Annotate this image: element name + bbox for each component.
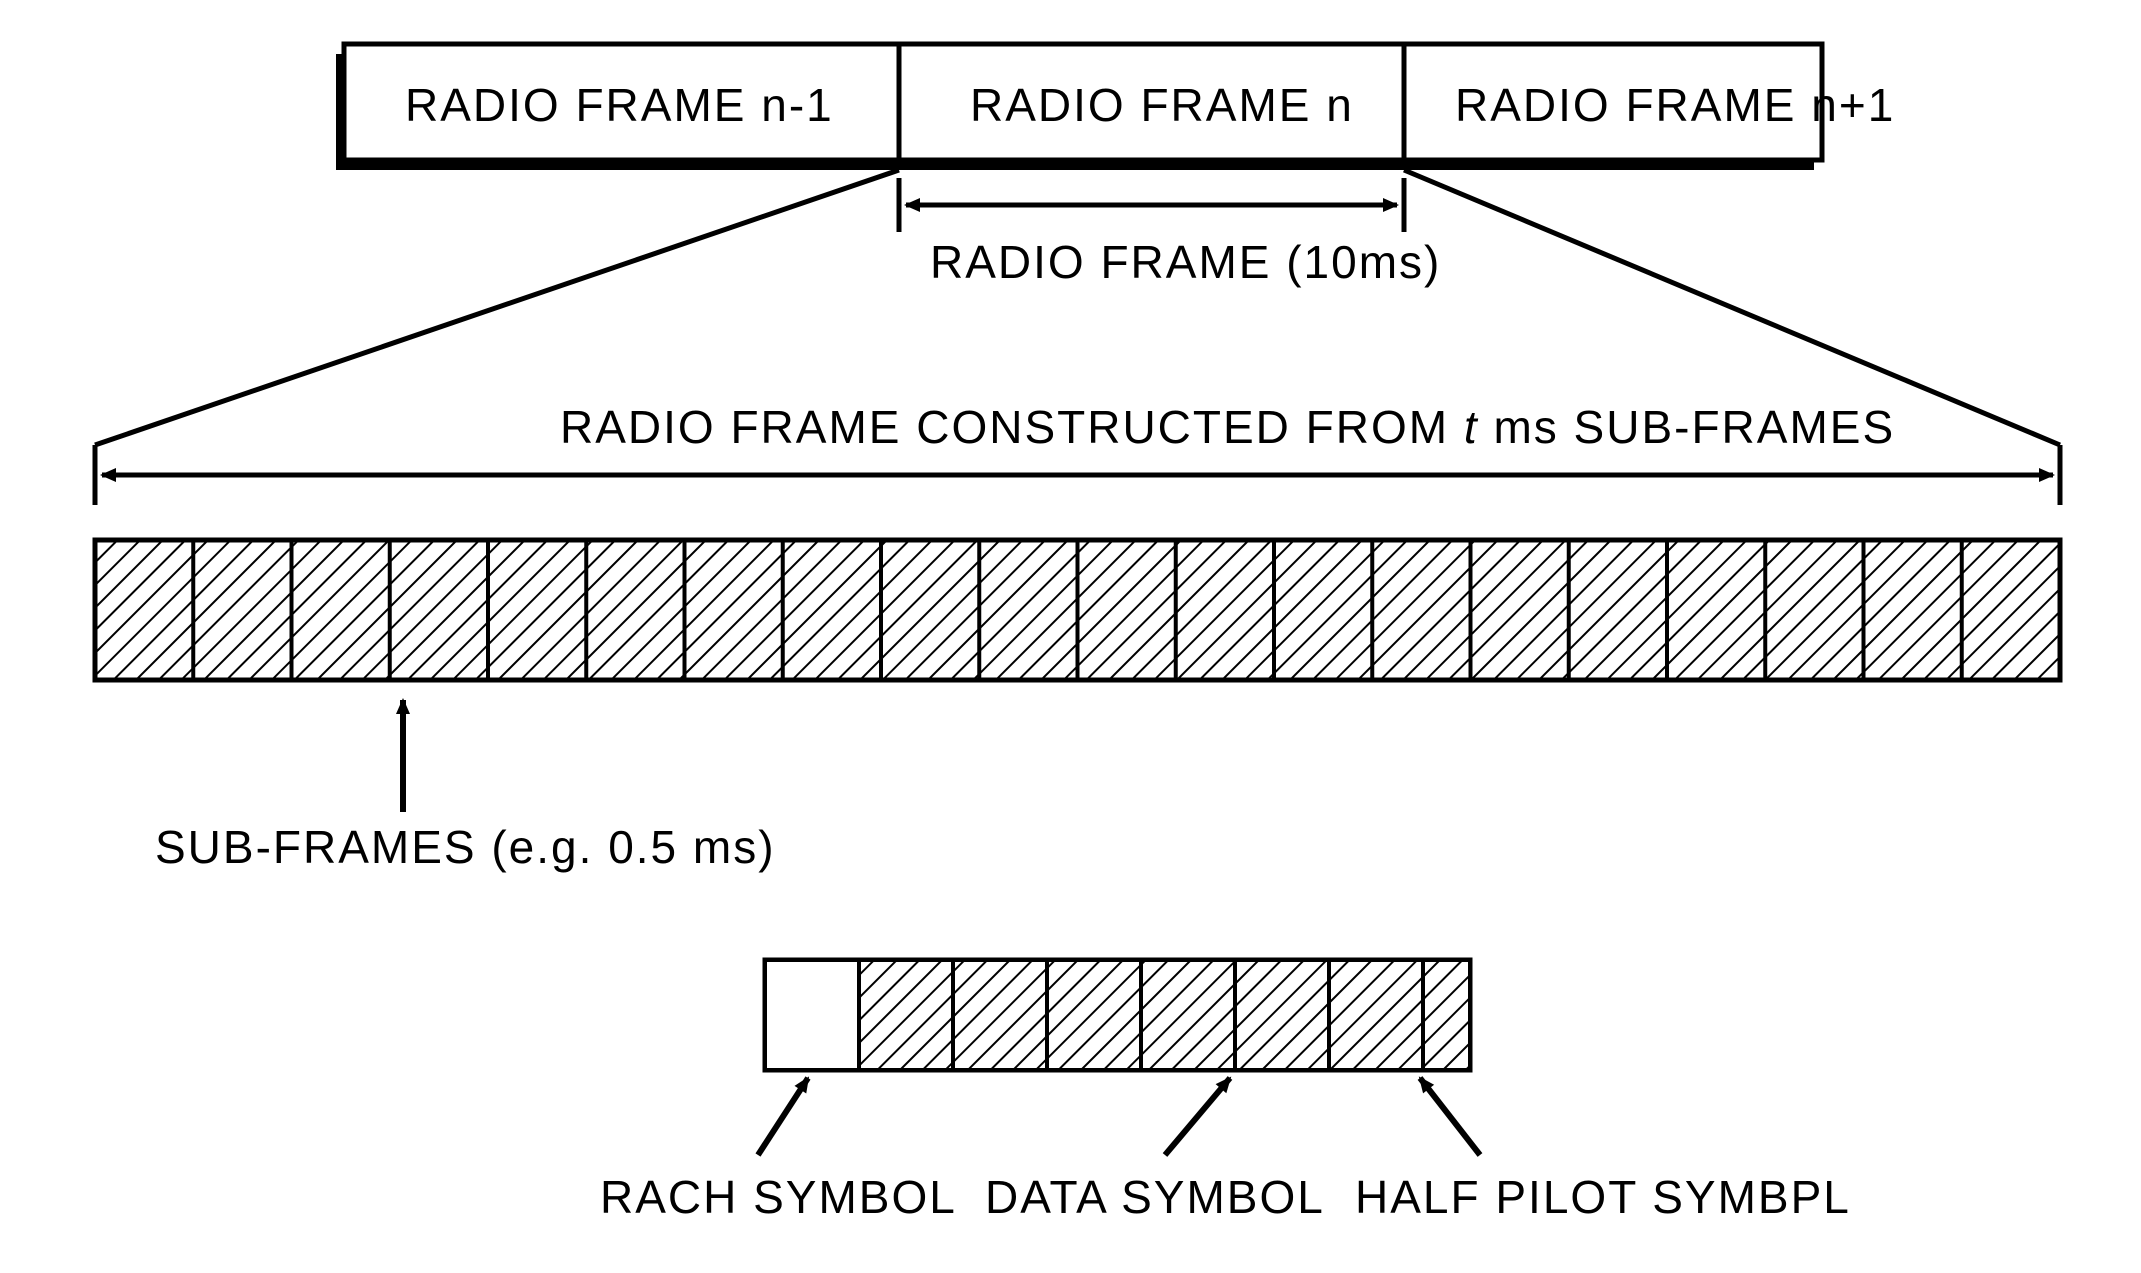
diagram-canvas: RADIO FRAME n-1 RADIO FRAME n RADIO FRAM…	[0, 0, 2141, 1273]
constructed-prefix: RADIO FRAME CONSTRUCTED FROM	[560, 401, 1464, 453]
constructed-var: t	[1464, 401, 1479, 453]
symbol-label-pilot: HALF PILOT SYMBPL	[1355, 1170, 1851, 1224]
subframes-label: SUB-FRAMES (e.g. 0.5 ms)	[155, 820, 776, 874]
frame-label-right: RADIO FRAME n+1	[1455, 78, 1895, 132]
frame-label-left: RADIO FRAME n-1	[405, 78, 834, 132]
pointer-rach	[758, 1078, 808, 1155]
symbol-label-rach: RACH SYMBOL	[600, 1170, 957, 1224]
subframes-strip	[95, 540, 2060, 680]
diagram-svg	[0, 0, 2141, 1273]
radio-frame-duration-label: RADIO FRAME (10ms)	[930, 235, 1441, 289]
constructed-label: RADIO FRAME CONSTRUCTED FROM t ms SUB-FR…	[560, 400, 1895, 454]
symbol-cell-data	[953, 960, 1047, 1070]
symbol-cell-data	[859, 960, 953, 1070]
symbol-cell-rach	[765, 960, 859, 1070]
symbol-cell-data	[1141, 960, 1235, 1070]
constructed-suffix: ms SUB-FRAMES	[1479, 401, 1895, 453]
symbol-label-data: DATA SYMBOL	[985, 1170, 1325, 1224]
symbol-cell-data	[1329, 960, 1423, 1070]
symbol-cell-data	[1235, 960, 1329, 1070]
frame-label-center: RADIO FRAME n	[970, 78, 1354, 132]
symbol-cell-data	[1047, 960, 1141, 1070]
symbol-strip	[765, 960, 1470, 1070]
pointer-data	[1165, 1078, 1230, 1155]
pointer-pilot	[1420, 1078, 1480, 1155]
symbol-cell-half-pilot	[1423, 960, 1470, 1070]
